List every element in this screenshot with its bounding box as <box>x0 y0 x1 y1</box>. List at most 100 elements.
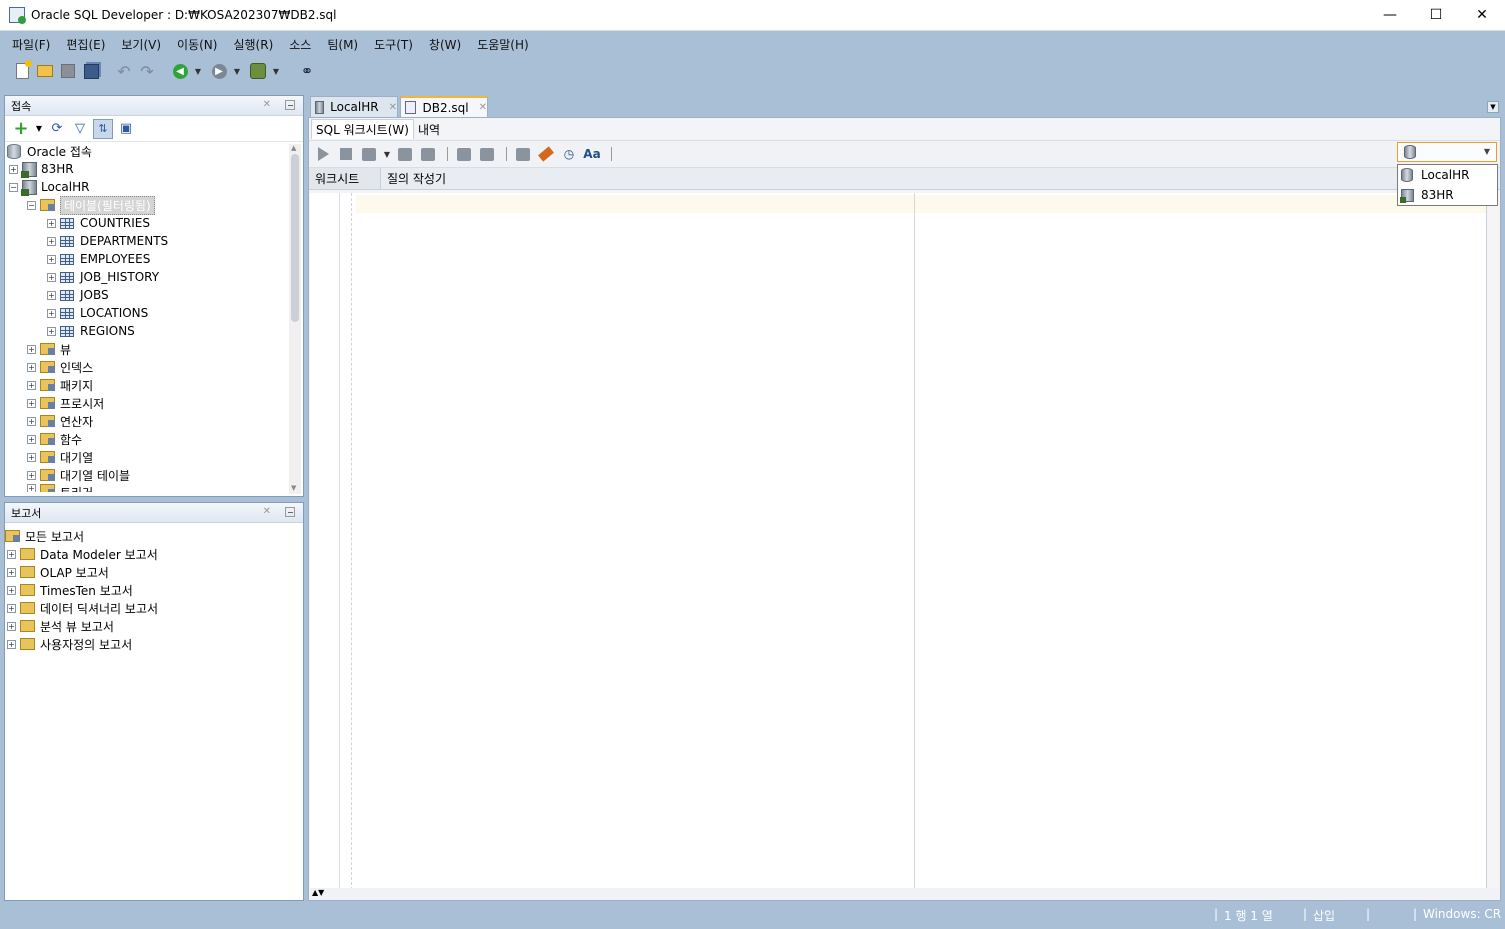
minimize-panel-icon[interactable] <box>285 507 295 517</box>
sql-worksheet-button[interactable] <box>248 61 268 81</box>
menu-navigate[interactable]: 이동(N) <box>169 36 225 53</box>
menu-source[interactable]: 소스 <box>281 36 319 53</box>
scroll-up-icon[interactable]: ▲ <box>291 144 296 152</box>
connection-option-localhr[interactable]: LocalHR <box>1398 165 1497 185</box>
expand-icon[interactable]: + <box>27 416 36 426</box>
schema-browser-button[interactable]: ⇅ <box>93 118 113 139</box>
tree-node-folder[interactable]: + 연산자 <box>5 412 303 430</box>
connection-selector[interactable]: ▼ <box>1397 142 1497 162</box>
menu-team[interactable]: 팀(M) <box>319 36 366 53</box>
autotrace-button[interactable] <box>477 144 497 164</box>
menu-tools[interactable]: 도구(T) <box>366 36 421 53</box>
menu-help[interactable]: 도움말(H) <box>469 36 537 53</box>
filter-button[interactable]: ▽ <box>70 119 90 139</box>
tree-node-table[interactable]: + DEPARTMENTS <box>5 232 303 250</box>
explain-plan-button[interactable] <box>454 144 474 164</box>
menu-window[interactable]: 창(W) <box>421 36 469 53</box>
collapse-icon[interactable]: − <box>27 200 36 210</box>
tab-query-builder[interactable]: 질의 작성기 <box>381 168 452 189</box>
tree-node-folder[interactable]: + 인덱스 <box>5 358 303 376</box>
tree-node-table[interactable]: + COUNTRIES <box>5 214 303 232</box>
menu-file[interactable]: 파일(F) <box>4 36 58 53</box>
expand-icon[interactable]: + <box>27 380 36 390</box>
close-tab-icon[interactable]: ✕ <box>389 102 397 113</box>
expand-icon[interactable]: + <box>27 398 36 408</box>
minimize-panel-icon[interactable] <box>285 100 295 110</box>
rollback-button[interactable] <box>418 144 438 164</box>
menu-run[interactable]: 실행(R) <box>225 36 281 53</box>
add-connection-dropdown[interactable]: ▼ <box>34 119 44 139</box>
new-button[interactable] <box>12 60 32 81</box>
expand-icon[interactable]: + <box>27 344 36 354</box>
tree-node-report-folder[interactable]: + TimesTen 보고서 <box>5 581 303 599</box>
save-button[interactable] <box>58 61 78 81</box>
menu-view[interactable]: 보기(V) <box>113 36 169 53</box>
tree-node-table[interactable]: + LOCATIONS <box>5 304 303 322</box>
tree-node-table[interactable]: + EMPLOYEES <box>5 250 303 268</box>
sql-worksheet-dropdown[interactable]: ▼ <box>271 61 281 81</box>
tree-node-folder[interactable]: + 프로시저 <box>5 394 303 412</box>
find-db-object-button[interactable]: ⚭ <box>297 61 317 81</box>
expand-icon[interactable]: + <box>27 434 36 444</box>
run-script-button[interactable] <box>359 144 379 164</box>
redo-button[interactable]: ↷ <box>137 61 157 81</box>
format-case-button[interactable]: Aa <box>582 144 602 164</box>
tab-db2-sql[interactable]: DB2.sql ✕ <box>400 96 488 117</box>
commit-button[interactable] <box>395 144 415 164</box>
expand-icon[interactable]: + <box>47 326 56 336</box>
tree-node-report-folder[interactable]: + 데이터 딕셔너리 보고서 <box>5 599 303 617</box>
close-icon[interactable]: ✕ <box>263 99 271 110</box>
tree-node-folder[interactable]: + 패키지 <box>5 376 303 394</box>
collapse-icon[interactable]: − <box>9 182 18 192</box>
expand-icon[interactable]: + <box>27 470 36 480</box>
tree-node-table[interactable]: + JOBS <box>5 286 303 304</box>
connection-option-83hr[interactable]: 83HR <box>1398 185 1497 205</box>
sql-code-editor[interactable] <box>310 193 1487 890</box>
close-button[interactable]: ✕ <box>1459 0 1505 30</box>
back-button[interactable]: ◀ <box>170 61 190 81</box>
expand-icon[interactable]: + <box>7 603 16 613</box>
refresh-button[interactable]: ⟳ <box>47 119 67 139</box>
sql-tuning-button[interactable] <box>513 144 533 164</box>
scrollbar-thumb[interactable] <box>291 154 299 322</box>
menu-edit[interactable]: 편집(E) <box>58 36 113 53</box>
tree-node-tables[interactable]: − 테이블(필터링됨) <box>5 195 303 215</box>
stop-button[interactable] <box>336 144 356 164</box>
scroll-down-icon[interactable]: ▼ <box>291 484 296 492</box>
maximize-button[interactable]: ☐ <box>1413 0 1459 30</box>
history-button[interactable]: ◷ <box>559 144 579 164</box>
tree-node-report-folder[interactable]: + Data Modeler 보고서 <box>5 545 303 563</box>
expand-icon[interactable]: + <box>47 272 56 282</box>
expand-icon[interactable]: + <box>7 567 16 577</box>
tree-node-all-reports[interactable]: 모든 보고서 <box>5 527 303 545</box>
tab-list-dropdown-icon[interactable]: ▼ <box>1487 101 1499 113</box>
add-connection-button[interactable]: + <box>11 118 31 139</box>
tree-node-report-folder[interactable]: + 분석 뷰 보고서 <box>5 617 303 635</box>
editor-scrollbar[interactable] <box>1488 193 1500 890</box>
tree-node-localhr[interactable]: − LocalHR <box>5 178 303 196</box>
run-statement-button[interactable] <box>313 144 333 164</box>
expand-icon[interactable]: + <box>7 585 16 595</box>
forward-button[interactable]: ▶ <box>209 61 229 81</box>
tree-node-report-folder[interactable]: + OLAP 보고서 <box>5 563 303 581</box>
forward-dropdown[interactable]: ▼ <box>232 61 242 81</box>
tree-node-folder[interactable]: + 뷰 <box>5 340 303 358</box>
collapse-button[interactable]: ▣ <box>116 119 136 139</box>
expand-icon[interactable]: + <box>9 164 18 174</box>
tab-history[interactable]: 내역 <box>414 119 444 139</box>
tab-worksheet[interactable]: 워크시트 <box>309 168 381 189</box>
tree-node-table[interactable]: + JOB_HISTORY <box>5 268 303 286</box>
tree-node-83hr[interactable]: + 83HR <box>5 160 303 178</box>
run-script-dropdown[interactable]: ▼ <box>382 144 392 164</box>
back-dropdown[interactable]: ▼ <box>193 61 203 81</box>
expand-icon[interactable]: + <box>47 308 56 318</box>
tree-node-folder[interactable]: + 대기열 <box>5 448 303 466</box>
minimize-button[interactable]: — <box>1367 0 1413 30</box>
open-button[interactable] <box>35 61 55 81</box>
editor-split-control[interactable]: ▲▼ <box>310 888 1500 900</box>
tree-node-folder[interactable]: + 함수 <box>5 430 303 448</box>
expand-icon[interactable]: + <box>27 452 36 462</box>
tree-node-oracle-connections[interactable]: Oracle 접속 <box>5 142 303 160</box>
connections-scrollbar[interactable]: ▲ ▼ <box>289 144 301 494</box>
close-tab-icon[interactable]: ✕ <box>479 102 487 113</box>
